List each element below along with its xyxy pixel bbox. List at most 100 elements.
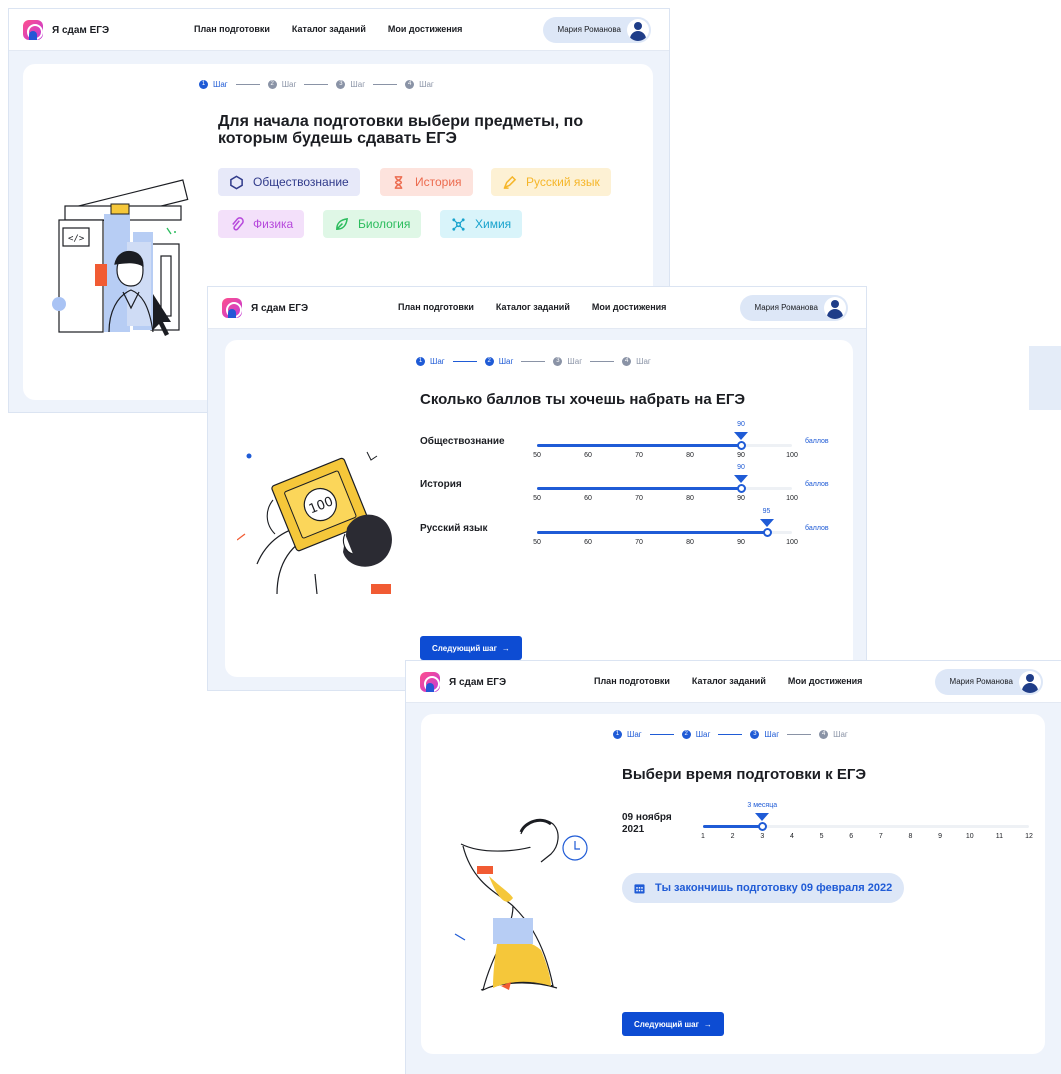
step-connector — [452, 361, 477, 362]
background-block — [1029, 346, 1061, 410]
slider-value: 90 — [737, 421, 745, 428]
logo-icon — [23, 20, 43, 40]
hourglass-person-illustration — [454, 818, 588, 992]
step-number: 4 — [819, 730, 829, 739]
user-name: Мария Романова — [949, 677, 1013, 686]
slider-value: 95 — [762, 508, 771, 515]
nav-links: План подготовки Каталог заданий Мои дост… — [194, 24, 462, 34]
stepper: 1 Шаг 2 Шаг 3 Шаг 4 Шаг — [199, 80, 434, 89]
subject-chip-history[interactable]: История — [380, 168, 473, 196]
pen-icon — [503, 175, 517, 189]
nav-link-achievements[interactable]: Мои достижения — [592, 302, 667, 312]
step-2: 2 Шаг — [681, 730, 710, 739]
slider-tick-label: 80 — [686, 495, 694, 502]
user-menu[interactable]: Мария Романова — [935, 669, 1043, 695]
user-menu[interactable]: Мария Романова — [740, 295, 848, 321]
next-step-button[interactable]: Следующий шаг → — [622, 1012, 724, 1036]
logo[interactable]: Я сдам ЕГЭ — [23, 20, 109, 40]
step-1: 1 Шаг — [416, 357, 445, 366]
nav-link-achievements[interactable]: Мои достижения — [788, 676, 863, 686]
user-menu[interactable]: Мария Романова — [543, 17, 651, 43]
nav-link-plan[interactable]: План подготовки — [594, 676, 670, 686]
slider-handle[interactable] — [762, 528, 772, 537]
slider-track[interactable]: 90 50 60 70 80 90 100 — [533, 421, 798, 459]
top-nav: Я сдам ЕГЭ План подготовки Каталог задан… — [406, 661, 1061, 703]
subject-chip-chemistry[interactable]: Химия — [440, 210, 523, 238]
slider-tick-label: 80 — [686, 539, 694, 546]
subject-chip-social-studies[interactable]: Обществознание — [218, 168, 360, 196]
start-date-year: 2021 — [622, 824, 645, 835]
step-connector — [649, 734, 674, 735]
slider-tick-label: 70 — [635, 452, 643, 459]
slider-tick-label: 70 — [635, 539, 643, 546]
step-2: 2 Шаг — [267, 80, 297, 89]
avatar — [824, 297, 846, 319]
next-step-button[interactable]: Следующий шаг → — [420, 636, 522, 660]
nav-link-catalog[interactable]: Каталог заданий — [292, 24, 366, 34]
slider-handle[interactable] — [737, 484, 746, 493]
subject-chip-label: История — [415, 175, 462, 189]
slider-track[interactable]: 90 50 60 70 80 90 100 — [533, 464, 798, 502]
slider-fill — [537, 444, 741, 447]
slider-handle[interactable] — [758, 822, 768, 831]
slider-fill — [537, 531, 767, 534]
step-label: Шаг — [833, 730, 848, 739]
step-label: Шаг — [627, 730, 642, 739]
subject-chip-physics[interactable]: Физика — [218, 210, 305, 238]
slider-value-marker — [734, 432, 748, 440]
onboarding-screen-scores: Я сдам ЕГЭ План подготовки Каталог задан… — [207, 286, 867, 691]
step-label: Шаг — [764, 730, 780, 739]
slider-unit-label: баллов — [805, 525, 829, 532]
slider-tick-label: 70 — [635, 495, 643, 502]
logo-icon — [222, 298, 242, 318]
slider-tick-label: 100 — [786, 539, 798, 546]
slider-tick-label: 50 — [533, 539, 541, 546]
slider-value-marker — [755, 813, 770, 821]
slider-fill — [537, 487, 741, 490]
slider-tick-label: 90 — [737, 495, 745, 502]
step-number: 3 — [553, 357, 563, 366]
nav-link-achievements[interactable]: Мои достижения — [388, 24, 463, 34]
step-3: 3 Шаг — [336, 80, 365, 89]
slider-label-subject: Обществознание — [420, 436, 505, 447]
step-connector — [787, 734, 812, 735]
logo[interactable]: Я сдам ЕГЭ — [222, 298, 308, 318]
stepper: 1 Шаг 2 Шаг 3 Шаг 4 Шаг — [613, 730, 848, 739]
subject-chip-russian[interactable]: Русский язык — [491, 168, 611, 196]
slider-tick-label: 60 — [584, 539, 592, 546]
hourglass-icon — [394, 175, 403, 189]
nav-link-plan[interactable]: План подготовки — [194, 24, 270, 34]
finish-date-text: Ты закончишь подготовку 09 февраля 2022 — [655, 882, 893, 894]
slider-unit-label: баллов — [805, 481, 829, 488]
user-name: Мария Романова — [557, 25, 621, 34]
nav-link-catalog[interactable]: Каталог заданий — [496, 302, 570, 312]
subject-chip-biology[interactable]: Биология — [323, 210, 422, 238]
slider-track[interactable]: 95 50 60 70 80 90 100 — [533, 508, 798, 546]
nav-links: План подготовки Каталог заданий Мои дост… — [594, 676, 862, 686]
slider-tick-label: 11 — [995, 833, 1003, 840]
finish-date-badge: Ты закончишь подготовку 09 февраля 2022 — [622, 873, 905, 903]
step-3: 3 Шаг — [553, 357, 582, 366]
slider-unit-label: баллов — [805, 438, 829, 445]
logo[interactable]: Я сдам ЕГЭ — [420, 672, 506, 692]
svg-text:</>: </> — [68, 234, 85, 244]
step-number: 3 — [750, 730, 760, 739]
step-connector — [590, 361, 615, 362]
slider-track[interactable]: 3 месяца 1 2 3 4 5 6 7 8 9 10 11 12 — [701, 802, 1033, 840]
step-label: Шаг — [281, 80, 297, 89]
arrow-right-icon: → — [703, 1019, 712, 1029]
stepper: 1 Шаг 2 Шаг 3 Шаг 4 Шаг — [416, 357, 651, 366]
step-number: 4 — [405, 80, 415, 89]
slider-tick-label: 60 — [584, 495, 592, 502]
logo-icon — [420, 672, 440, 692]
step-label: Шаг — [567, 357, 583, 366]
slider-tick-label: 50 — [533, 495, 541, 502]
next-step-label: Следующий шаг — [432, 643, 497, 653]
step-connector — [718, 734, 743, 735]
step-number: 4 — [622, 357, 632, 366]
slider-tick-label: 80 — [686, 452, 694, 459]
leaf-icon — [336, 217, 349, 230]
slider-handle[interactable] — [737, 441, 746, 450]
nav-link-plan[interactable]: План подготовки — [398, 302, 474, 312]
nav-link-catalog[interactable]: Каталог заданий — [692, 676, 766, 686]
